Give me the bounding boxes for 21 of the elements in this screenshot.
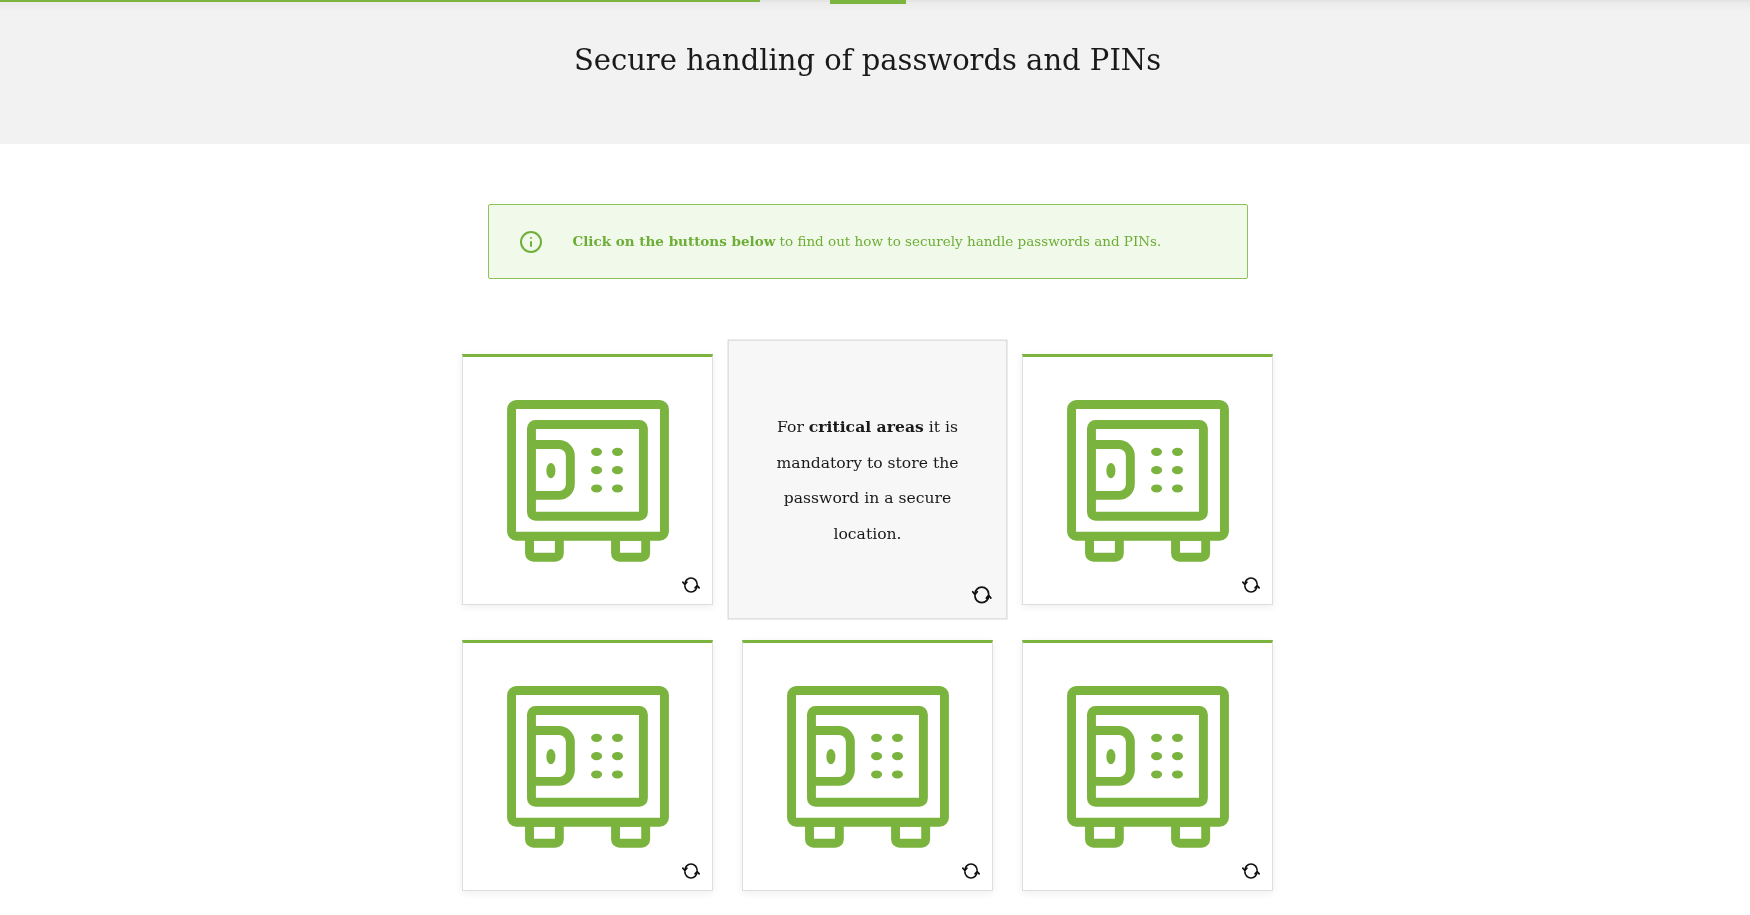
safe-icon [786, 686, 949, 848]
info-text: Click on the buttons below to find out how to securely handle passwords and PINs. [572, 232, 1162, 252]
refresh-icon [1242, 862, 1260, 880]
flip-card[interactable] [462, 640, 713, 891]
refresh-icon [1242, 576, 1260, 594]
safe-icon [506, 686, 669, 848]
flip-card[interactable] [462, 354, 713, 605]
flip-card[interactable]: For critical areas it is mandatory to store the password in a secure location. [727, 339, 1008, 620]
info-icon [518, 229, 543, 254]
indicator-icon [830, 0, 906, 4]
safe-icon [1066, 400, 1229, 562]
flip-card[interactable] [1022, 354, 1273, 605]
refresh-icon [962, 862, 980, 880]
refresh-icon [682, 862, 700, 880]
flip-card[interactable] [1022, 640, 1273, 891]
refresh-icon [971, 584, 992, 605]
page-title: Secure handling of passwords and PINs [573, 42, 1162, 78]
refresh-icon [682, 576, 700, 594]
flip-card[interactable] [742, 640, 993, 891]
safe-icon [506, 400, 669, 562]
safe-icon [1066, 686, 1229, 848]
